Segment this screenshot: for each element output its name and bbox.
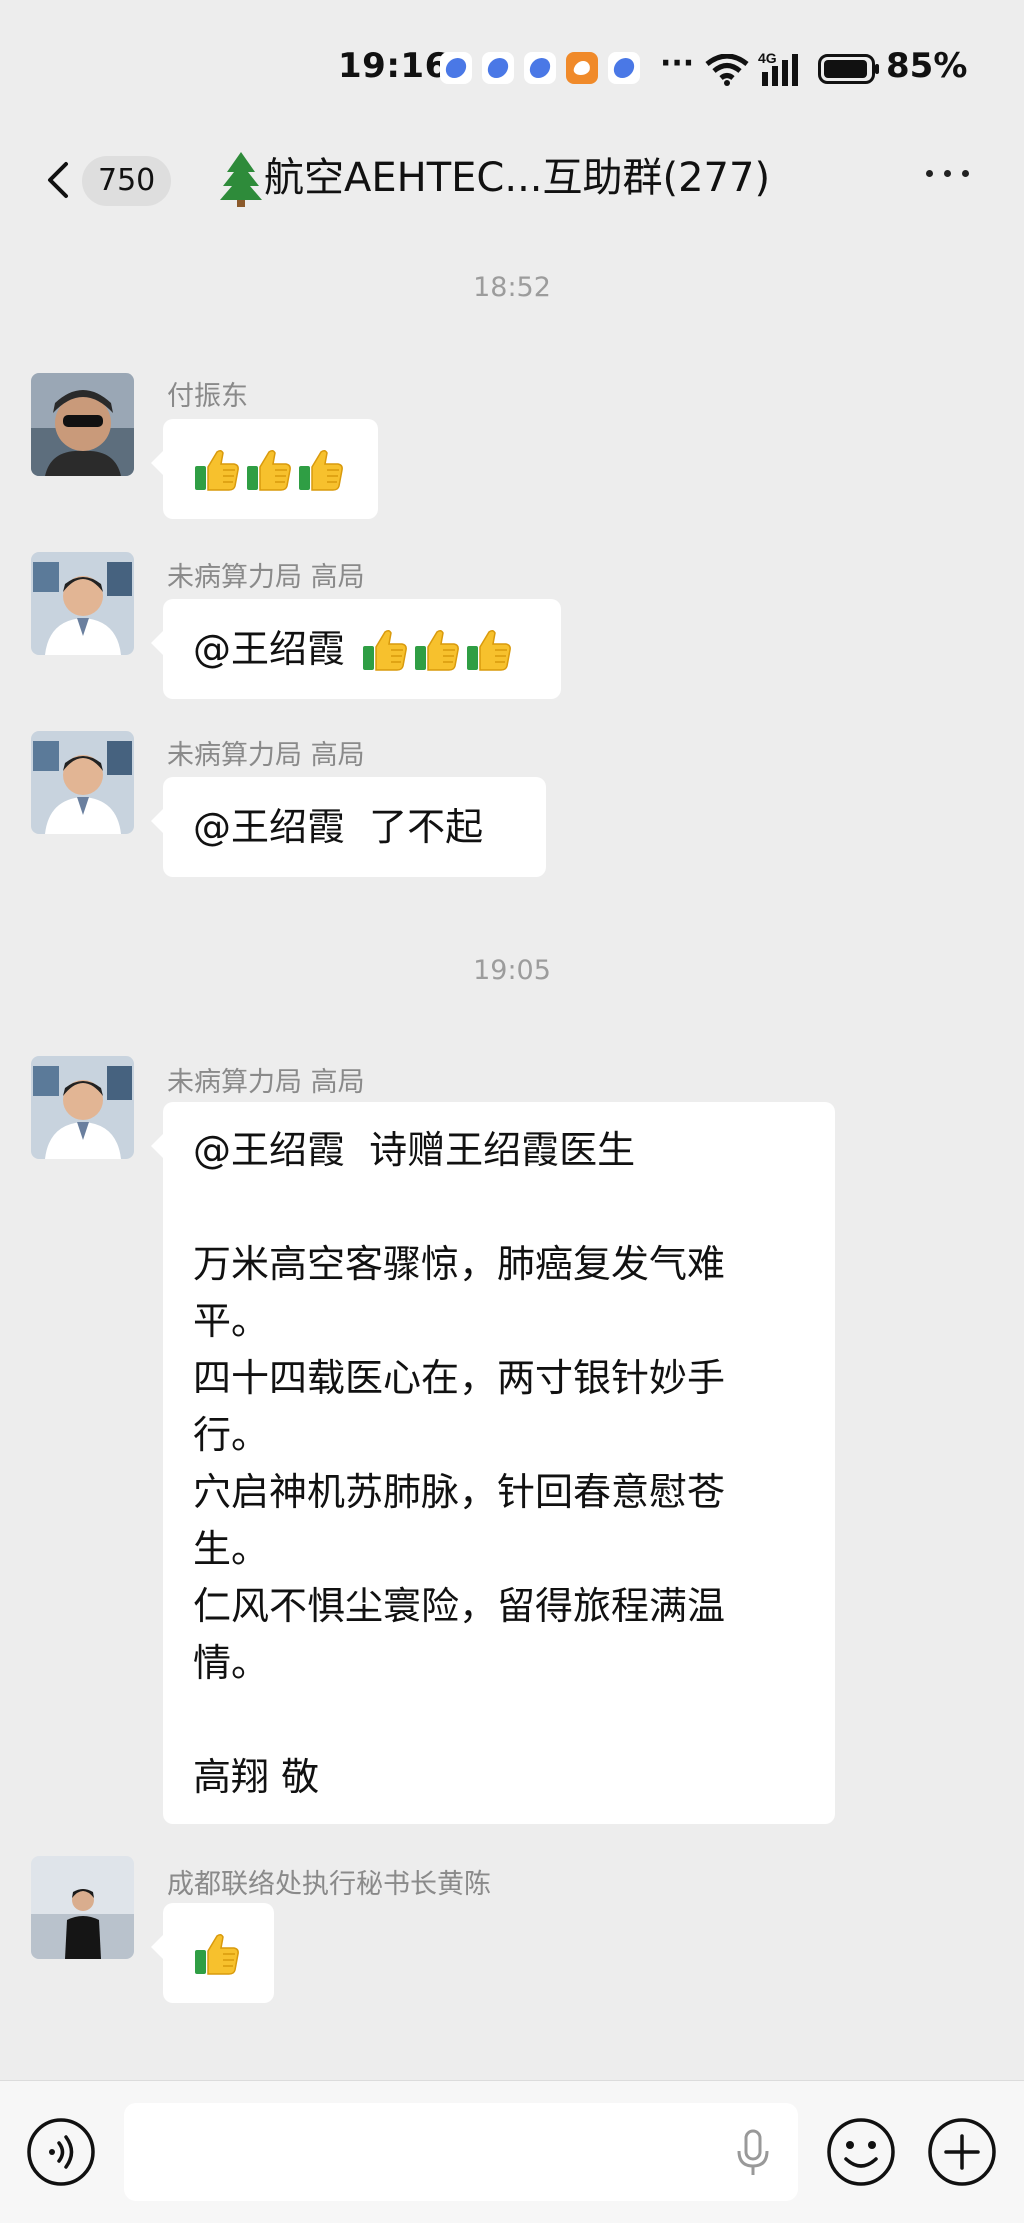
message-bubble[interactable]: @王绍霞 了不起 — [151, 777, 546, 877]
poem-line: 行。 — [193, 1413, 270, 1457]
message-bubble[interactable]: @王绍霞 诗赠王绍霞医生 万米高空客骤惊，肺癌复发气难 平。 四十四载医心在，两… — [151, 1102, 835, 1824]
poem-line: 平。 — [193, 1299, 270, 1343]
sender-name: 未病算力局 高局 — [167, 740, 365, 771]
thumbs-up-icon — [361, 626, 409, 674]
chevron-left-icon[interactable] — [38, 150, 78, 210]
thumbs-up-icon — [465, 626, 513, 674]
heart-app-icon — [566, 52, 598, 84]
poem-line: @王绍霞 诗赠王绍霞医生 — [193, 1128, 636, 1172]
app-notification-icon — [524, 52, 556, 84]
app-notification-icon — [608, 52, 640, 84]
avatar[interactable] — [31, 373, 134, 476]
poem-line: 仁风不惧尘寰险，留得旅程满温 — [193, 1584, 726, 1628]
input-bar — [0, 2080, 1024, 2223]
avatar[interactable] — [31, 731, 134, 834]
plus-icon[interactable] — [927, 2117, 997, 2187]
unread-count-badge[interactable]: 750 — [82, 156, 172, 206]
christmas-tree-icon — [220, 152, 262, 207]
message-bubble[interactable] — [151, 1903, 274, 2003]
poem-line — [193, 1179, 805, 1236]
battery-icon — [818, 54, 879, 84]
message-bubble[interactable]: @王绍霞 — [151, 599, 561, 699]
avatar[interactable] — [31, 552, 134, 655]
app-notification-icon — [482, 52, 514, 84]
poem-line — [193, 1692, 805, 1749]
microphone-icon[interactable] — [733, 2129, 773, 2177]
app-notification-icon — [440, 52, 472, 84]
message-bubble[interactable] — [151, 419, 378, 519]
poem-line: 高翔 敬 — [193, 1755, 320, 1799]
message-input[interactable] — [124, 2103, 798, 2201]
more-dots-icon[interactable] — [926, 170, 969, 177]
poem-line: 生。 — [193, 1527, 270, 1571]
thumbs-up-icon — [193, 446, 241, 494]
thumbs-up-icon — [193, 1930, 241, 1978]
sender-name: 成都联络处执行秘书长黄陈 — [167, 1869, 491, 1900]
timestamp: 19:05 — [473, 955, 551, 986]
avatar[interactable] — [31, 1856, 134, 1959]
poem-line: 万米高空客骤惊，肺癌复发气难 — [193, 1242, 726, 1286]
wifi-icon — [705, 54, 749, 86]
avatar[interactable] — [31, 1056, 134, 1159]
poem-line: 四十四载医心在，两寸银针妙手 — [193, 1356, 726, 1400]
sender-name: 未病算力局 高局 — [167, 562, 365, 593]
poem-line: 穴启神机苏肺脉，针回春意慰苍 — [193, 1470, 726, 1514]
thumbs-up-icon — [245, 446, 293, 494]
timestamp: 18:52 — [473, 272, 551, 303]
emoji-icon[interactable] — [826, 2117, 896, 2187]
network-type: 4G — [758, 50, 777, 66]
sender-name: 付振东 — [167, 381, 248, 412]
poem-line: 情。 — [193, 1641, 270, 1685]
thumbs-up-icon — [297, 446, 345, 494]
message-text: @王绍霞 了不起 — [193, 805, 484, 849]
more-notifications-indicator: ··· — [660, 46, 695, 81]
mention-text: @王绍霞 — [193, 627, 346, 671]
chat-header: 750 航空AEHTEC...互助群(277) — [0, 132, 1024, 232]
chat-title[interactable]: 航空AEHTEC...互助群(277) — [264, 150, 770, 206]
thumbs-up-icon — [413, 626, 461, 674]
status-bar: 19:16 ··· 4G 85% — [0, 0, 1024, 132]
battery-percent: 85% — [886, 46, 968, 86]
voice-mode-icon[interactable] — [26, 2117, 96, 2187]
cellular-signal-icon: 4G — [758, 50, 798, 86]
status-time: 19:16 — [338, 46, 449, 86]
sender-name: 未病算力局 高局 — [167, 1067, 365, 1098]
notification-icons — [440, 52, 640, 84]
